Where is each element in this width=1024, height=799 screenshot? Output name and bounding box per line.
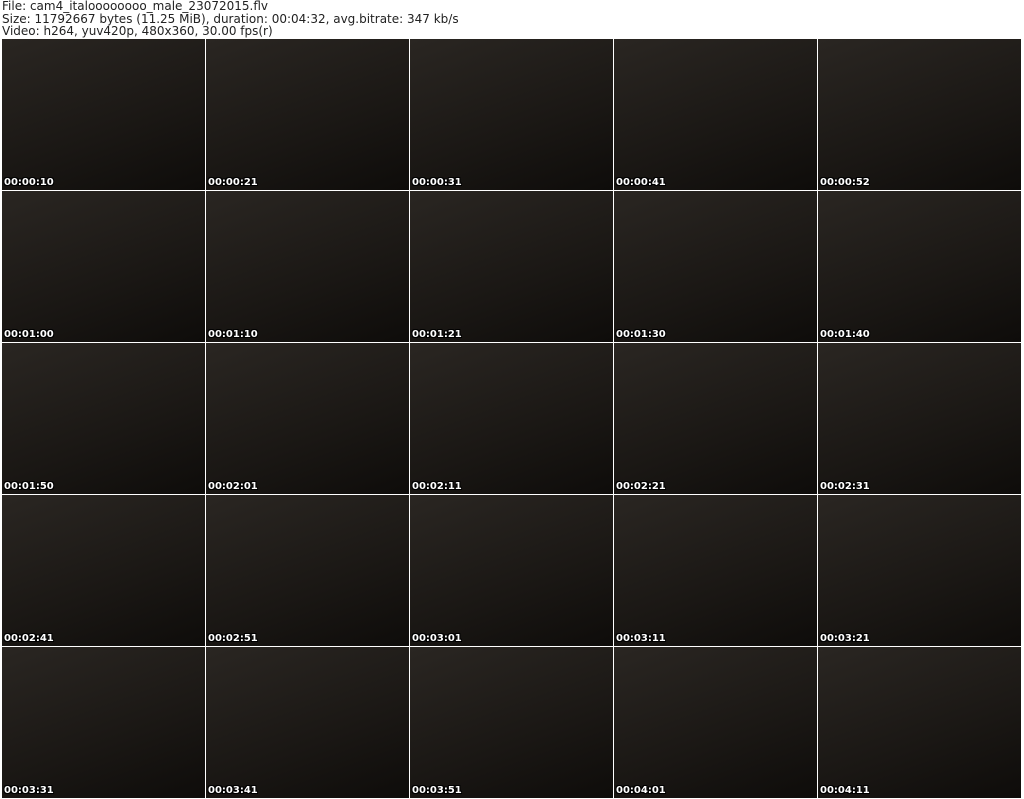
thumbnail-timestamp: 00:00:21 — [208, 177, 258, 188]
thumbnail-timestamp: 00:04:01 — [616, 785, 666, 796]
thumbnail-timestamp: 00:00:52 — [820, 177, 870, 188]
thumbnail-timestamp: 00:03:21 — [820, 633, 870, 644]
video-thumbnail: 00:02:11 — [410, 343, 613, 494]
video-thumbnail: 00:02:51 — [206, 495, 409, 646]
video-thumbnail: 00:02:31 — [818, 343, 1021, 494]
thumbnail-timestamp: 00:03:11 — [616, 633, 666, 644]
video-thumbnail: 00:00:10 — [2, 39, 205, 190]
thumbnail-timestamp: 00:01:00 — [4, 329, 54, 340]
file-info-header: File: cam4_italoooooooo_male_23072015.fl… — [0, 0, 1024, 38]
thumbnail-timestamp: 00:02:11 — [412, 481, 462, 492]
video-thumbnail: 00:03:31 — [2, 647, 205, 798]
thumbnail-timestamp: 00:01:10 — [208, 329, 258, 340]
video-thumbnail: 00:00:31 — [410, 39, 613, 190]
thumbnail-timestamp: 00:02:01 — [208, 481, 258, 492]
video-thumbnail: 00:02:01 — [206, 343, 409, 494]
video-thumbnail: 00:04:01 — [614, 647, 817, 798]
video-thumbnail: 00:02:21 — [614, 343, 817, 494]
thumbnail-timestamp: 00:01:21 — [412, 329, 462, 340]
thumbnail-grid: 00:00:10 00:00:21 00:00:31 00:00:41 00:00:52… — [2, 39, 1021, 798]
video-thumbnail: 00:01:21 — [410, 191, 613, 342]
video-thumbnail: 00:04:11 — [818, 647, 1021, 798]
video-thumbnail: 00:03:51 — [410, 647, 613, 798]
video-thumbnail: 00:03:11 — [614, 495, 817, 646]
thumbnail-timestamp: 00:02:21 — [616, 481, 666, 492]
file-name: File: cam4_italoooooooo_male_23072015.fl… — [2, 0, 268, 13]
video-thumbnail: 00:03:41 — [206, 647, 409, 798]
video-thumbnail: 00:03:01 — [410, 495, 613, 646]
thumbnail-timestamp: 00:03:51 — [412, 785, 462, 796]
thumbnail-timestamp: 00:00:31 — [412, 177, 462, 188]
video-thumbnail: 00:01:40 — [818, 191, 1021, 342]
thumbnail-timestamp: 00:01:50 — [4, 481, 54, 492]
thumbnail-timestamp: 00:04:11 — [820, 785, 870, 796]
video-thumbnail: 00:01:30 — [614, 191, 817, 342]
video-thumbnail: 00:00:41 — [614, 39, 817, 190]
video-thumbnail: 00:01:00 — [2, 191, 205, 342]
thumbnail-timestamp: 00:02:51 — [208, 633, 258, 644]
thumbnail-timestamp: 00:02:41 — [4, 633, 54, 644]
video-info: Video: h264, yuv420p, 480x360, 30.00 fps… — [2, 24, 273, 38]
thumbnail-timestamp: 00:01:40 — [820, 329, 870, 340]
thumbnail-timestamp: 00:00:41 — [616, 177, 666, 188]
video-thumbnail: 00:01:10 — [206, 191, 409, 342]
video-thumbnail: 00:01:50 — [2, 343, 205, 494]
thumbnail-timestamp: 00:01:30 — [616, 329, 666, 340]
thumbnail-timestamp: 00:03:41 — [208, 785, 258, 796]
thumbnail-timestamp: 00:02:31 — [820, 481, 870, 492]
thumbnail-timestamp: 00:03:01 — [412, 633, 462, 644]
video-thumbnail: 00:03:21 — [818, 495, 1021, 646]
video-thumbnail: 00:00:21 — [206, 39, 409, 190]
video-thumbnail: 00:02:41 — [2, 495, 205, 646]
video-thumbnail: 00:00:52 — [818, 39, 1021, 190]
thumbnail-timestamp: 00:00:10 — [4, 177, 54, 188]
thumbnail-timestamp: 00:03:31 — [4, 785, 54, 796]
